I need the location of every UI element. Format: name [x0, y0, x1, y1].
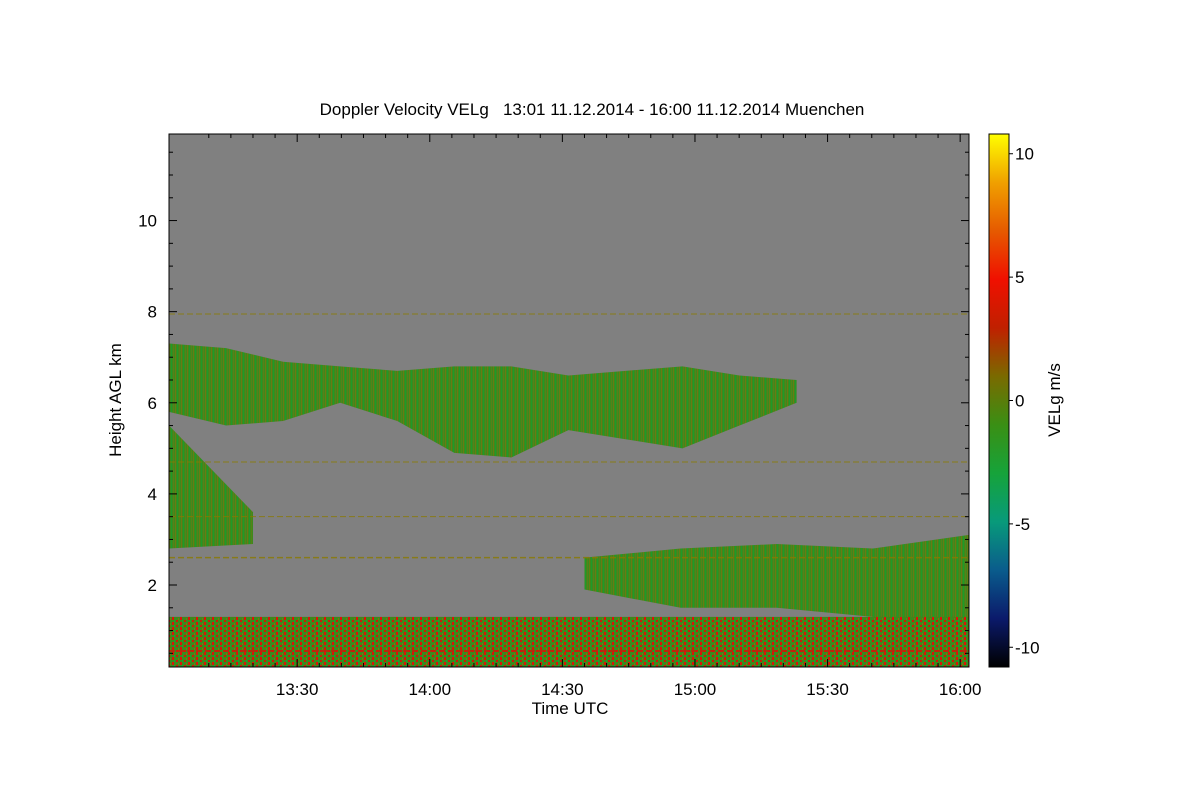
- x-tick-label: 13:30: [276, 680, 319, 699]
- chart-title: Doppler Velocity VELg 13:01 11.12.2014 -…: [320, 100, 865, 119]
- colorbar: 10 5 0 -5 -10 VELg m/s: [988, 133, 1064, 668]
- y-tick-label: 4: [148, 485, 157, 504]
- echo-region: [169, 616, 969, 667]
- y-tick-label: 6: [148, 394, 157, 413]
- plot-area: [168, 133, 970, 668]
- colorbar-tick-label: 0: [1015, 392, 1024, 411]
- doppler-velocity-figure: Doppler Velocity VELg 13:01 11.12.2014 -…: [106, 100, 1064, 718]
- colorbar-tick-label: -5: [1015, 515, 1030, 534]
- x-axis-label: Time UTC: [532, 699, 609, 718]
- y-axis-label: Height AGL km: [106, 343, 125, 457]
- x-tick-label: 15:00: [674, 680, 717, 699]
- colorbar-fill: [988, 133, 1010, 668]
- x-tick-label: 15:30: [806, 680, 849, 699]
- colorbar-tick-label: -10: [1015, 638, 1040, 657]
- colorbar-tick-label: 5: [1015, 268, 1024, 287]
- y-tick-label: 2: [148, 576, 157, 595]
- y-tick-label: 10: [138, 212, 157, 231]
- x-tick-label: 16:00: [939, 680, 982, 699]
- x-tick-label: 14:30: [541, 680, 584, 699]
- colorbar-ticks: 10 5 0 -5 -10: [1009, 145, 1040, 657]
- colorbar-label: VELg m/s: [1045, 363, 1064, 437]
- colorbar-tick-label: 10: [1015, 145, 1034, 164]
- x-tick-label: 14:00: [409, 680, 452, 699]
- y-tick-label: 8: [148, 303, 157, 322]
